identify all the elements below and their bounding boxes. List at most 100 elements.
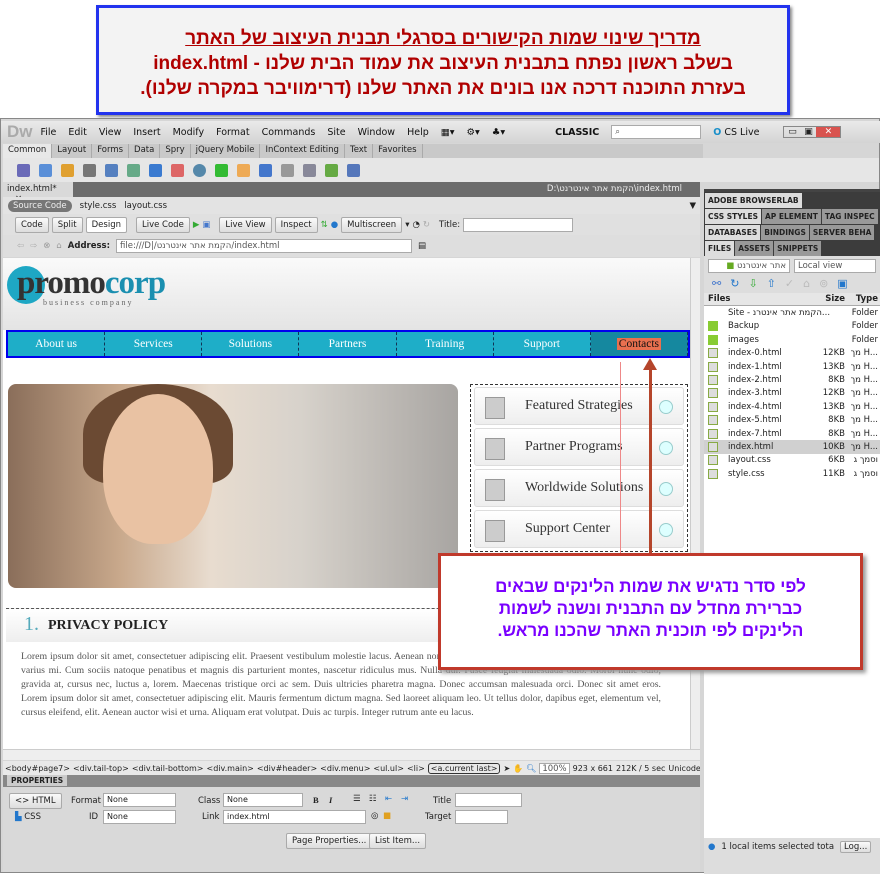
refresh-icon[interactable]: ↻ xyxy=(423,220,430,230)
list-item-button[interactable]: List Item... xyxy=(369,833,427,849)
forward-icon[interactable]: ⇨ xyxy=(30,241,37,251)
file-row[interactable]: index-0.html 12KB מך H... xyxy=(704,347,880,360)
hyperlink-icon[interactable] xyxy=(17,163,30,177)
tag-div[interactable]: <div.menu> xyxy=(320,764,370,773)
related-style-css[interactable]: style.css xyxy=(80,201,117,211)
inspect-button[interactable]: Inspect xyxy=(274,216,318,233)
class-select[interactable]: None xyxy=(223,793,303,807)
menu-help[interactable]: Help xyxy=(407,127,429,138)
tab-snippets[interactable]: SNIPPETS xyxy=(774,241,822,256)
link-input[interactable]: index.html xyxy=(223,810,366,824)
file-row[interactable]: index-5.html 8KB מך H... xyxy=(704,414,880,427)
close-button[interactable]: ✕ xyxy=(816,127,841,137)
menu-site[interactable]: Site xyxy=(327,127,345,138)
file-row[interactable]: images Folder xyxy=(704,333,880,346)
menu-modify[interactable]: Modify xyxy=(173,127,204,138)
anchor-icon[interactable] xyxy=(61,163,74,177)
image-icon[interactable] xyxy=(149,163,162,177)
connect-icon[interactable]: ⚯ xyxy=(712,277,721,292)
put-files-icon[interactable]: ⇧ xyxy=(767,277,776,292)
file-row[interactable]: index-2.html 8KB מך H... xyxy=(704,373,880,386)
col-size[interactable]: Size xyxy=(825,294,845,304)
live-code-button[interactable]: Live Code xyxy=(135,216,190,233)
visual-aids-icon[interactable]: ◔ xyxy=(412,220,419,230)
nav-services[interactable]: Services xyxy=(105,332,203,356)
tag-div[interactable]: <div#header> xyxy=(257,764,317,773)
file-row[interactable]: Backup Folder xyxy=(704,320,880,333)
menu-window[interactable]: Window xyxy=(358,127,395,138)
search-input[interactable]: ⌕ xyxy=(611,125,702,139)
file-row[interactable]: index-4.html 13KB מך H... xyxy=(704,400,880,413)
refresh-files-icon[interactable]: ↻ xyxy=(730,277,739,292)
cs-live-button[interactable]: O CS Live xyxy=(713,127,759,138)
check-in-icon[interactable]: ⌂ xyxy=(803,277,810,292)
log-button[interactable]: Log... xyxy=(840,841,872,853)
zoom-tool-icon[interactable]: 🔍︎ xyxy=(526,764,536,773)
nav-contacts[interactable]: Contacts xyxy=(590,332,688,356)
file-transfer-icon[interactable]: ⇅ xyxy=(321,220,328,230)
minimize-button[interactable]: ▭ xyxy=(784,127,800,137)
file-row[interactable]: index.html 10KB מך H... xyxy=(704,440,880,454)
side-link[interactable]: Partner Programs xyxy=(474,428,684,466)
tab-tag-inspector[interactable]: TAG INSPEC xyxy=(821,209,878,224)
col-files[interactable]: Files xyxy=(708,294,730,304)
tab-browserlab[interactable]: ADOBE BROWSERLAB xyxy=(705,193,802,208)
tag-body[interactable]: <body#page7> xyxy=(5,764,70,773)
live-view-button[interactable]: Live View xyxy=(219,216,272,233)
menu-edit[interactable]: Edit xyxy=(68,127,86,138)
side-link[interactable]: Featured Strategies xyxy=(474,387,684,425)
file-row[interactable]: style.css 11KB וסמך ג xyxy=(704,467,880,480)
tab-files[interactable]: FILES xyxy=(705,241,735,256)
email-link-icon[interactable] xyxy=(39,163,52,177)
nav-support[interactable]: Support xyxy=(494,332,591,356)
back-icon[interactable]: ⇦ xyxy=(17,241,24,251)
tag-li[interactable]: <li> xyxy=(407,764,425,773)
title-prop-input[interactable] xyxy=(455,793,522,807)
server-include-icon[interactable] xyxy=(237,163,250,177)
html-mode-button[interactable]: <> HTML xyxy=(9,793,62,809)
bold-button[interactable]: B xyxy=(313,795,319,805)
zoom-select[interactable]: 100% xyxy=(539,762,570,774)
nav-solutions[interactable]: Solutions xyxy=(202,332,300,356)
nav-training[interactable]: Training xyxy=(397,332,494,356)
head-icon[interactable] xyxy=(281,163,294,177)
select-tool-icon[interactable]: ➤ xyxy=(503,764,510,773)
comment-icon[interactable] xyxy=(259,163,272,177)
check-browser-icon[interactable]: ▶ xyxy=(193,220,200,230)
tag-ul[interactable]: <ul.ul> xyxy=(373,764,404,773)
address-input[interactable]: file:///D|/הקמת אתר אינטרנט/index.html xyxy=(116,239,413,253)
file-row[interactable]: index-1.html 13KB מך H... xyxy=(704,360,880,373)
templates-icon[interactable] xyxy=(325,163,338,177)
outdent-icon[interactable]: ⇤ xyxy=(385,794,392,804)
document-tab[interactable]: index.html* × xyxy=(3,182,73,204)
date-icon[interactable] xyxy=(215,163,228,177)
code-view-button[interactable]: Code xyxy=(15,216,49,233)
tab-text[interactable]: Text xyxy=(345,144,374,158)
tab-favorites[interactable]: Favorites xyxy=(373,144,423,158)
multiscreen-button[interactable]: Multiscreen xyxy=(341,216,403,233)
ordered-list-icon[interactable]: ☷ xyxy=(369,794,377,804)
related-layout-css[interactable]: layout.css xyxy=(124,201,167,211)
menu-view[interactable]: View xyxy=(99,127,122,138)
id-select[interactable]: None xyxy=(103,810,176,824)
tag-div[interactable]: <div.main> xyxy=(206,764,253,773)
split-view-button[interactable]: Split xyxy=(51,216,83,233)
extend-gear-icon[interactable]: ⚙▾ xyxy=(467,127,480,138)
tab-css-styles[interactable]: CSS STYLES xyxy=(705,209,761,224)
tag-div[interactable]: <div.tail-bottom> xyxy=(132,764,204,773)
file-row[interactable]: Site - הקמת אתר אינטרנ... Folder xyxy=(704,306,880,319)
maximize-button[interactable]: ▣ xyxy=(800,127,816,137)
filter-icon[interactable]: ▼ xyxy=(689,201,696,211)
tab-server-behaviors[interactable]: SERVER BEHA xyxy=(809,225,875,240)
indent-icon[interactable]: ⇥ xyxy=(401,794,408,804)
site-icon[interactable]: ♣▾ xyxy=(492,127,505,138)
tab-bindings[interactable]: BINDINGS xyxy=(761,225,809,240)
site-select[interactable]: אתר אינטרנט ■ xyxy=(708,259,790,273)
source-code-tab[interactable]: Source Code xyxy=(8,199,72,212)
italic-button[interactable]: I xyxy=(329,795,332,805)
tab-assets[interactable]: ASSETS xyxy=(735,241,774,256)
get-files-icon[interactable]: ⇩ xyxy=(748,277,757,292)
menu-format[interactable]: Format xyxy=(216,127,249,138)
tab-layout[interactable]: Layout xyxy=(52,144,93,158)
tab-incontext-editing[interactable]: InContext Editing xyxy=(260,144,345,158)
